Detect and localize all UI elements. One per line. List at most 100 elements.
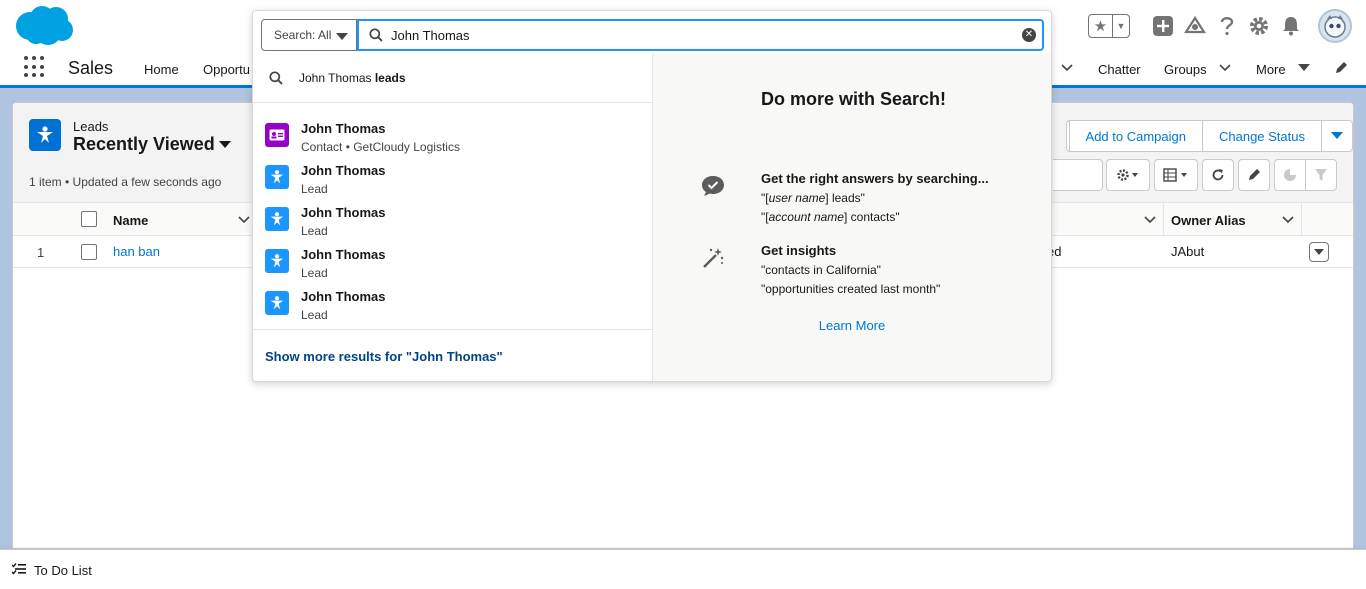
list-actions: Add to Campaign Change Status xyxy=(1065,120,1353,152)
tip-heading-insights: Get insights xyxy=(761,243,837,258)
search-result-item[interactable]: John Thomas Lead xyxy=(253,159,653,201)
tip-example-contacts-ca: "contacts in California" xyxy=(761,263,881,277)
suggestion-text: John Thomas leads xyxy=(299,71,406,85)
search-scope-label: Search: All xyxy=(274,28,332,42)
global-search-panel: Search: All John Thomas ✕ John Thomas le… xyxy=(252,10,1052,382)
lead-icon xyxy=(265,291,289,315)
inline-edit-pencil-icon[interactable] xyxy=(1238,159,1270,191)
list-view-meta: 1 item • Updated a few seconds ago xyxy=(29,175,222,189)
todo-list-label: To Do List xyxy=(34,563,92,578)
help-icon[interactable] xyxy=(1216,15,1238,37)
column-divider xyxy=(1163,203,1164,236)
global-actions-icon[interactable] xyxy=(1152,15,1174,37)
search-tips-panel: Do more with Search! Get the right answe… xyxy=(653,53,1051,381)
more-actions-button[interactable] xyxy=(1321,120,1353,152)
result-title: John Thomas xyxy=(301,163,386,178)
result-subtitle: Contact • GetCloudy Logistics xyxy=(301,140,460,154)
nav-item-chevron-down-icon[interactable] xyxy=(1060,60,1074,77)
display-as-table-icon[interactable] xyxy=(1154,159,1198,191)
nav-item-chatter[interactable]: Chatter xyxy=(1098,62,1141,77)
change-status-button[interactable]: Change Status xyxy=(1201,120,1322,152)
show-more-results-link[interactable]: Show more results for "John Thomas" xyxy=(265,349,503,364)
charts-icon[interactable] xyxy=(1274,159,1306,191)
search-query-text: John Thomas xyxy=(391,27,470,43)
lead-icon xyxy=(265,207,289,231)
groups-chevron-down-icon[interactable] xyxy=(1218,60,1232,77)
salesforce-logo[interactable] xyxy=(14,4,76,46)
result-subtitle: Lead xyxy=(301,308,328,322)
learn-more-link[interactable]: Learn More xyxy=(653,318,1051,333)
row-number: 1 xyxy=(37,245,45,260)
column-header-owner-alias[interactable]: Owner Alias xyxy=(1171,213,1246,228)
search-scope-select[interactable]: Search: All xyxy=(261,19,357,51)
tip-example-user-leads: "[user name] leads" xyxy=(761,191,865,205)
trailhead-icon[interactable] xyxy=(1184,15,1206,37)
favorites-group[interactable]: ★ ▼ xyxy=(1088,14,1130,38)
nav-item-opportunities[interactable]: Opportu xyxy=(203,62,250,77)
owner-alias-cell: JAbut xyxy=(1171,244,1205,259)
search-result-item[interactable]: John Thomas Lead xyxy=(253,285,653,327)
add-to-campaign-button[interactable]: Add to Campaign xyxy=(1068,120,1203,152)
search-icon xyxy=(269,70,283,85)
clear-search-icon[interactable]: ✕ xyxy=(1022,28,1036,42)
filter-icon[interactable] xyxy=(1305,159,1337,191)
name-column-chevron-down-icon[interactable] xyxy=(237,212,251,229)
tip-placeholder: account name xyxy=(768,210,844,224)
result-subtitle: Lead xyxy=(301,182,328,196)
row-checkbox[interactable] xyxy=(81,244,97,260)
tip-placeholder: user name xyxy=(768,191,826,205)
edit-nav-pencil-icon[interactable] xyxy=(1334,61,1348,78)
tip-heading-searching: Get the right answers by searching... xyxy=(761,171,989,186)
user-avatar[interactable] xyxy=(1318,9,1352,43)
list-settings-gear-icon[interactable] xyxy=(1106,159,1150,191)
lead-icon xyxy=(265,165,289,189)
magic-wand-icon xyxy=(701,246,725,270)
scope-caret-down-icon xyxy=(336,33,348,40)
tip-quote: "[ xyxy=(761,210,769,224)
refresh-icon[interactable] xyxy=(1202,159,1234,191)
contact-icon xyxy=(265,123,289,147)
global-search-input[interactable]: John Thomas ✕ xyxy=(357,19,1044,51)
suggestion-prefix: John Thomas xyxy=(299,70,372,85)
lead-object-icon xyxy=(29,119,61,151)
nav-item-home[interactable]: Home xyxy=(144,62,179,77)
lead-name-link[interactable]: han ban xyxy=(113,244,160,259)
list-search-input[interactable] xyxy=(1053,159,1103,191)
select-all-checkbox[interactable] xyxy=(81,211,97,227)
result-title: John Thomas xyxy=(301,289,386,304)
search-result-item[interactable]: John Thomas Lead xyxy=(253,243,653,285)
search-bar: Search: All John Thomas ✕ xyxy=(253,11,1051,53)
app-launcher-icon[interactable] xyxy=(24,56,46,78)
owner-alias-chevron-down-icon[interactable] xyxy=(1281,212,1295,229)
result-subtitle: Lead xyxy=(301,224,328,238)
show-more-results[interactable]: Show more results for "John Thomas" xyxy=(253,329,653,381)
todo-list-utility[interactable]: To Do List xyxy=(11,563,92,578)
row-actions-dropdown[interactable] xyxy=(1309,242,1329,262)
nav-item-more[interactable]: More xyxy=(1256,62,1286,77)
search-suggestion[interactable]: John Thomas leads xyxy=(253,53,653,103)
suggestion-object: leads xyxy=(374,70,406,85)
chat-bubble-check-icon xyxy=(701,175,725,197)
list-view-controls xyxy=(1106,159,1337,191)
notifications-bell-icon[interactable] xyxy=(1280,15,1302,37)
result-title: John Thomas xyxy=(301,247,386,262)
tip-example-opportunities: "opportunities created last month" xyxy=(761,282,941,296)
list-view-picker-caret-icon[interactable] xyxy=(219,141,231,148)
favorites-list-icon[interactable]: ▼ xyxy=(1113,15,1129,37)
search-result-item[interactable]: John Thomas Contact • GetCloudy Logistic… xyxy=(253,117,653,159)
column-divider xyxy=(1301,203,1302,236)
favorites-star-icon[interactable]: ★ xyxy=(1089,15,1113,37)
setup-gear-icon[interactable] xyxy=(1248,15,1270,37)
more-caret-down-icon[interactable] xyxy=(1298,62,1310,76)
result-title: John Thomas xyxy=(301,205,386,220)
object-label: Leads xyxy=(73,119,109,134)
search-result-item[interactable]: John Thomas Lead xyxy=(253,201,653,243)
tip-example-account-contacts: "[account name] contacts" xyxy=(761,210,900,224)
tip-rest: ] contacts" xyxy=(843,210,900,224)
column-header-name[interactable]: Name xyxy=(113,213,148,228)
status-column-chevron-down-icon[interactable] xyxy=(1143,212,1157,229)
list-view-name[interactable]: Recently Viewed xyxy=(73,134,215,155)
nav-item-groups[interactable]: Groups xyxy=(1164,62,1207,77)
header-utility-icons: ★ ▼ xyxy=(1088,6,1352,46)
search-icon xyxy=(369,28,383,42)
